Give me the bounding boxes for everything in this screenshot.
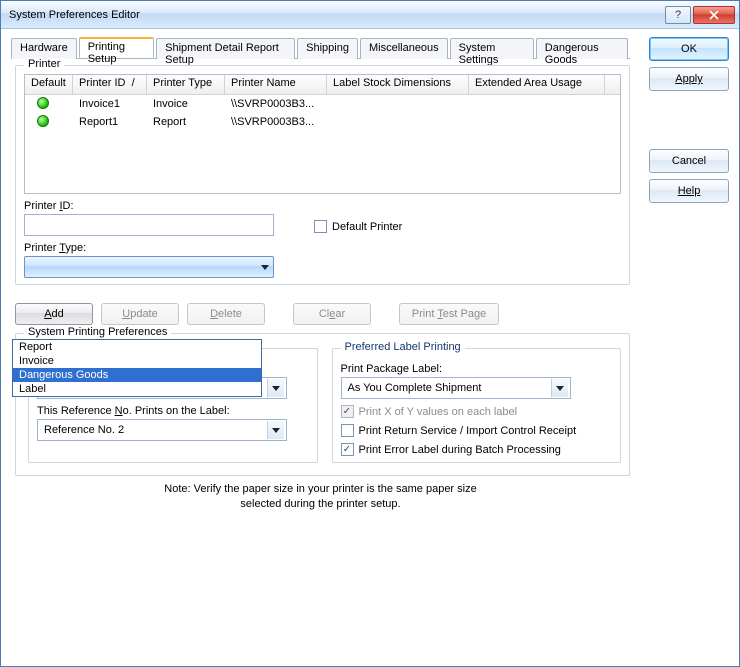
cell-type: Invoice xyxy=(147,98,225,110)
cell-id: Report1 xyxy=(73,116,147,128)
help-titlebar-button[interactable]: ? xyxy=(665,6,691,24)
tab-hardware[interactable]: Hardware xyxy=(11,38,77,59)
chevron-down-icon xyxy=(261,265,269,270)
pkg-label: Print Package Label: xyxy=(341,363,613,375)
help-button[interactable]: Help xyxy=(649,179,729,203)
col-label-dims[interactable]: Label Stock Dimensions xyxy=(327,75,469,94)
checkbox-icon xyxy=(341,443,354,456)
printer-group-title: Printer xyxy=(24,58,64,70)
tab-system-settings[interactable]: System Settings xyxy=(450,38,534,59)
chevron-down-icon xyxy=(272,428,280,433)
chevron-down-icon xyxy=(272,386,280,391)
checkbox-icon xyxy=(314,220,327,233)
tab-shipment-detail[interactable]: Shipment Detail Report Setup xyxy=(156,38,295,59)
col-default[interactable]: Default xyxy=(25,75,73,94)
preferred-label-group: Preferred Label Printing Print Package L… xyxy=(332,348,622,463)
table-row[interactable]: Report1 Report \\SVRP0003B3... xyxy=(25,113,620,131)
chk-xy: Print X of Y values on each label xyxy=(341,405,613,418)
chevron-down-icon xyxy=(556,386,564,391)
table-row[interactable]: Invoice1 Invoice \\SVRP0003B3... xyxy=(25,95,620,113)
tab-shipping[interactable]: Shipping xyxy=(297,38,358,59)
col-printer-name[interactable]: Printer Name xyxy=(225,75,327,94)
chk-return-label: Print Return Service / Import Control Re… xyxy=(359,425,577,437)
printer-type-dropdown[interactable]: Report Invoice Dangerous Goods Label xyxy=(12,339,262,397)
chk-error-label[interactable]: Print Error Label during Batch Processin… xyxy=(341,443,613,456)
dialog-window: System Preferences Editor ? Hardware Pri… xyxy=(0,0,740,667)
print-test-button[interactable]: Print Test Page xyxy=(399,303,499,325)
printer-type-combo[interactable] xyxy=(24,256,274,278)
close-button[interactable] xyxy=(693,6,735,24)
tab-printing-setup[interactable]: Printing Setup xyxy=(79,37,154,58)
col-ext-area[interactable]: Extended Area Usage xyxy=(469,75,605,94)
clear-button[interactable]: Clear xyxy=(293,303,371,325)
cell-id: Invoice1 xyxy=(73,98,147,110)
printer-id-label: Printer ID: xyxy=(24,200,274,212)
printer-grid[interactable]: Default Printer ID / Printer Type Printe… xyxy=(24,74,621,194)
col-printer-id[interactable]: Printer ID / xyxy=(73,75,147,94)
checkbox-icon xyxy=(341,405,354,418)
printer-id-input[interactable] xyxy=(24,214,274,236)
footer-note: Note: Verify the paper size in your prin… xyxy=(11,482,630,512)
question-icon: ? xyxy=(673,10,683,20)
pkg-combo[interactable]: As You Complete Shipment xyxy=(341,377,571,399)
checkbox-icon xyxy=(341,424,354,437)
pkg-value: As You Complete Shipment xyxy=(348,382,482,394)
tab-misc[interactable]: Miscellaneous xyxy=(360,38,448,59)
default-printer-label: Default Printer xyxy=(332,221,402,233)
printer-group: Printer Default Printer ID / Printer Typ… xyxy=(15,65,630,285)
pref-group-title: Preferred Label Printing xyxy=(341,341,465,353)
status-dot-icon xyxy=(37,97,49,109)
sys-prefs-title: System Printing Preferences xyxy=(24,326,171,338)
cell-name: \\SVRP0003B3... xyxy=(225,116,327,128)
cell-type: Report xyxy=(147,116,225,128)
side-pane: OK Apply Cancel Help xyxy=(636,29,739,666)
delete-button[interactable]: Delete xyxy=(187,303,265,325)
cancel-button[interactable]: Cancel xyxy=(649,149,729,173)
main-pane: Hardware Printing Setup Shipment Detail … xyxy=(1,29,636,666)
dropdown-item[interactable]: Label xyxy=(13,382,261,396)
apply-button[interactable]: Apply xyxy=(649,67,729,91)
window-title: System Preferences Editor xyxy=(9,9,663,21)
update-button[interactable]: Update xyxy=(101,303,179,325)
dropdown-item[interactable]: Dangerous Goods xyxy=(13,368,261,382)
tabstrip: Hardware Printing Setup Shipment Detail … xyxy=(11,37,630,59)
titlebar: System Preferences Editor ? xyxy=(1,1,739,29)
tab-dangerous-goods[interactable]: Dangerous Goods xyxy=(536,38,628,59)
grid-header: Default Printer ID / Printer Type Printe… xyxy=(25,75,620,95)
ok-button[interactable]: OK xyxy=(649,37,729,61)
status-dot-icon xyxy=(37,115,49,127)
ref2-label: This Reference No. Prints on the Label: xyxy=(37,405,309,417)
ref2-combo[interactable]: Reference No. 2 xyxy=(37,419,287,441)
add-button[interactable]: Add xyxy=(15,303,93,325)
action-button-row: Add Update Delete Clear Print Test Page xyxy=(15,303,630,325)
chk-return[interactable]: Print Return Service / Import Control Re… xyxy=(341,424,613,437)
default-printer-checkbox[interactable]: Default Printer xyxy=(314,220,402,233)
printer-type-label: Printer Type: xyxy=(24,242,274,254)
col-printer-type[interactable]: Printer Type xyxy=(147,75,225,94)
close-icon xyxy=(709,10,719,20)
svg-text:?: ? xyxy=(675,10,681,20)
ref2-value: Reference No. 2 xyxy=(44,424,124,436)
dropdown-item[interactable]: Invoice xyxy=(13,354,261,368)
dropdown-item[interactable]: Report xyxy=(13,340,261,354)
cell-name: \\SVRP0003B3... xyxy=(225,98,327,110)
